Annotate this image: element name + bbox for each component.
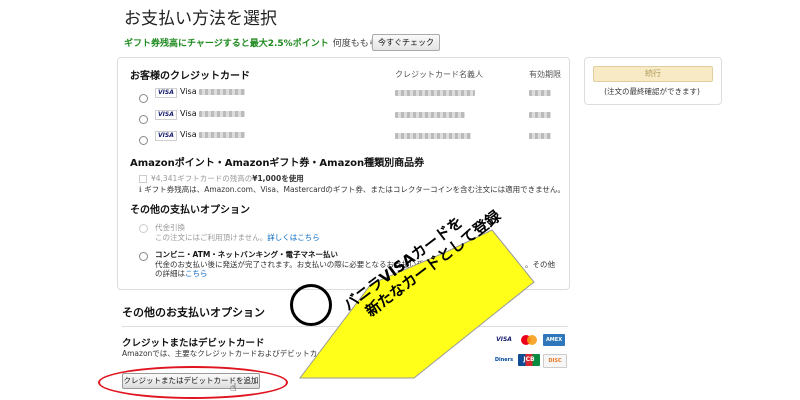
annotation-arrow — [298, 229, 535, 379]
step-number — [288, 282, 332, 326]
step-ring — [290, 284, 332, 326]
